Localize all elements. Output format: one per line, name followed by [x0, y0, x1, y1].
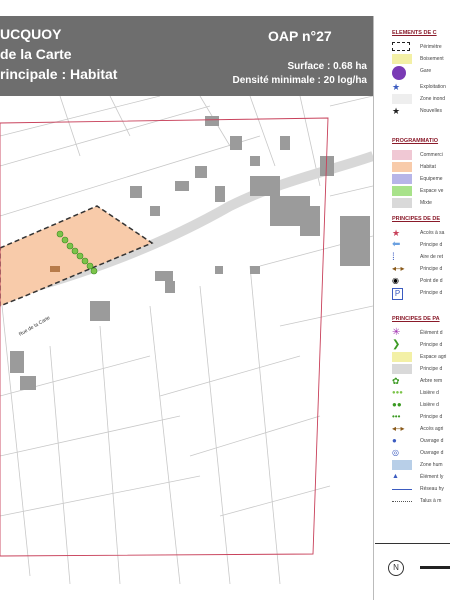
legend-item-label: Lisière d [420, 390, 439, 396]
dashed-rect-icon [392, 42, 410, 51]
purple-rect-icon [392, 174, 412, 184]
brown-double-arrow-icon: ◂‒▸ [392, 424, 405, 433]
legend-item-label: Principe d [420, 366, 443, 372]
legend-section-title: ELEMENTS DE C [392, 30, 437, 36]
blue-ring-icon: ◎ [392, 448, 399, 457]
dotted-line-icon [392, 501, 412, 502]
oap-number: OAP n°27 [268, 28, 332, 44]
zone-icon [392, 94, 412, 104]
blue-rect-icon [392, 460, 412, 470]
legend-item-label: Arbre rem [420, 378, 443, 384]
yellow-rect-icon [392, 352, 412, 362]
legend-section-title: PROGRAMMATIO [392, 138, 439, 144]
purple-asterisk-icon: ✳ [392, 327, 401, 338]
green-rect-icon [392, 186, 412, 196]
green-circle-icon: ✿ [392, 376, 400, 386]
legend-item-label: Élément ly [420, 474, 444, 480]
north-arrow-icon: N [388, 560, 404, 576]
blue-star-icon: ★ [392, 82, 401, 92]
legend-item-label: Talus à m [420, 498, 442, 504]
hedge-icon: ●●● [392, 390, 403, 396]
cadastral-map: Rue de la Carte [0, 96, 373, 584]
legend-item-label: Exploitation [420, 84, 446, 90]
legend-item-label: Zone hum [420, 462, 443, 468]
title-vocation: rincipale : Habitat [0, 66, 118, 82]
blue-circle-icon: ● [392, 436, 397, 445]
title-commune: UCQUOY [0, 26, 62, 42]
surface-text: Surface : 0.68 ha [287, 61, 367, 72]
legend-item-label: Aire de ret [420, 254, 444, 260]
green-chevron-icon: ❯ [392, 339, 401, 350]
gare-icon [392, 66, 406, 80]
density-text: Densité minimale : 20 log/ha [232, 75, 367, 86]
title-site: de la Carte [0, 46, 72, 62]
legend-item-label: Espace agri [420, 354, 447, 360]
legend-item-label: Ouvrage d [420, 438, 444, 444]
blue-dots-icon: ⁞ [392, 252, 395, 263]
grey-rect-icon [392, 198, 412, 208]
blue-triangle-icon: ▲ [392, 473, 399, 480]
legend-item-label: Principe d [420, 242, 443, 248]
legend-section-title: PRINCIPES DE PA [392, 316, 440, 322]
blue-line-icon [392, 489, 412, 490]
map-header: UCQUOY de la Carte rincipale : Habitat O… [0, 16, 373, 96]
legend-item-label: Zone inond [420, 96, 446, 102]
scale-bar [420, 566, 450, 569]
blue-arrow-icon: ⬅ [392, 239, 401, 250]
legend-item-label: Boisement [420, 56, 444, 62]
legend-item-label: Espace ve [420, 188, 444, 194]
brown-arrow-icon: ◂‒▸ [392, 264, 405, 273]
black-star-icon: ★ [392, 106, 401, 116]
legend-item-label: Commerci [420, 152, 443, 158]
small-building [50, 266, 60, 272]
legend-item-label: Accès agri [420, 426, 444, 432]
legend-panel: ELEMENTS DE C Périmètre Boisement Gare ★ Expl… [373, 16, 450, 600]
legend-item-label: Habitat [420, 164, 436, 170]
legend-item-label: Principe d [420, 342, 443, 348]
legend-item-label: Élément d [420, 330, 443, 336]
orange-rect-icon [392, 162, 412, 172]
legend-item-label: Principe d [420, 266, 443, 272]
parking-icon: P [392, 288, 403, 300]
legend-item-label: Principe d [420, 290, 443, 296]
legend-item-label: Equipeme [420, 176, 443, 182]
legend-item-label: Accès à sa [420, 230, 445, 236]
legend-item-label: Réseau hy [420, 486, 444, 492]
footer-divider [375, 543, 450, 544]
red-star-icon: ★ [392, 228, 401, 238]
three-dots-icon: ••• [392, 412, 401, 421]
legend-item-label: Ouvrage d [420, 450, 444, 456]
legend-item-label: Gare [420, 68, 432, 74]
double-tree-icon: ●● [392, 400, 402, 409]
grey-rect-icon [392, 364, 412, 374]
legend-item-label: Principe d [420, 414, 443, 420]
legend-item-label: Périmètre [420, 44, 442, 50]
point-icon: ◉ [392, 276, 399, 285]
legend-section-title: PRINCIPES DE DE [392, 216, 440, 222]
legend-item-label: Point de d [420, 278, 443, 284]
legend-item-label: Nouvelles [420, 108, 442, 114]
yellow-rect-icon [392, 54, 412, 64]
legend-item-label: Mixte [420, 200, 432, 206]
pink-rect-icon [392, 150, 412, 160]
legend-item-label: Lisière d [420, 402, 439, 408]
